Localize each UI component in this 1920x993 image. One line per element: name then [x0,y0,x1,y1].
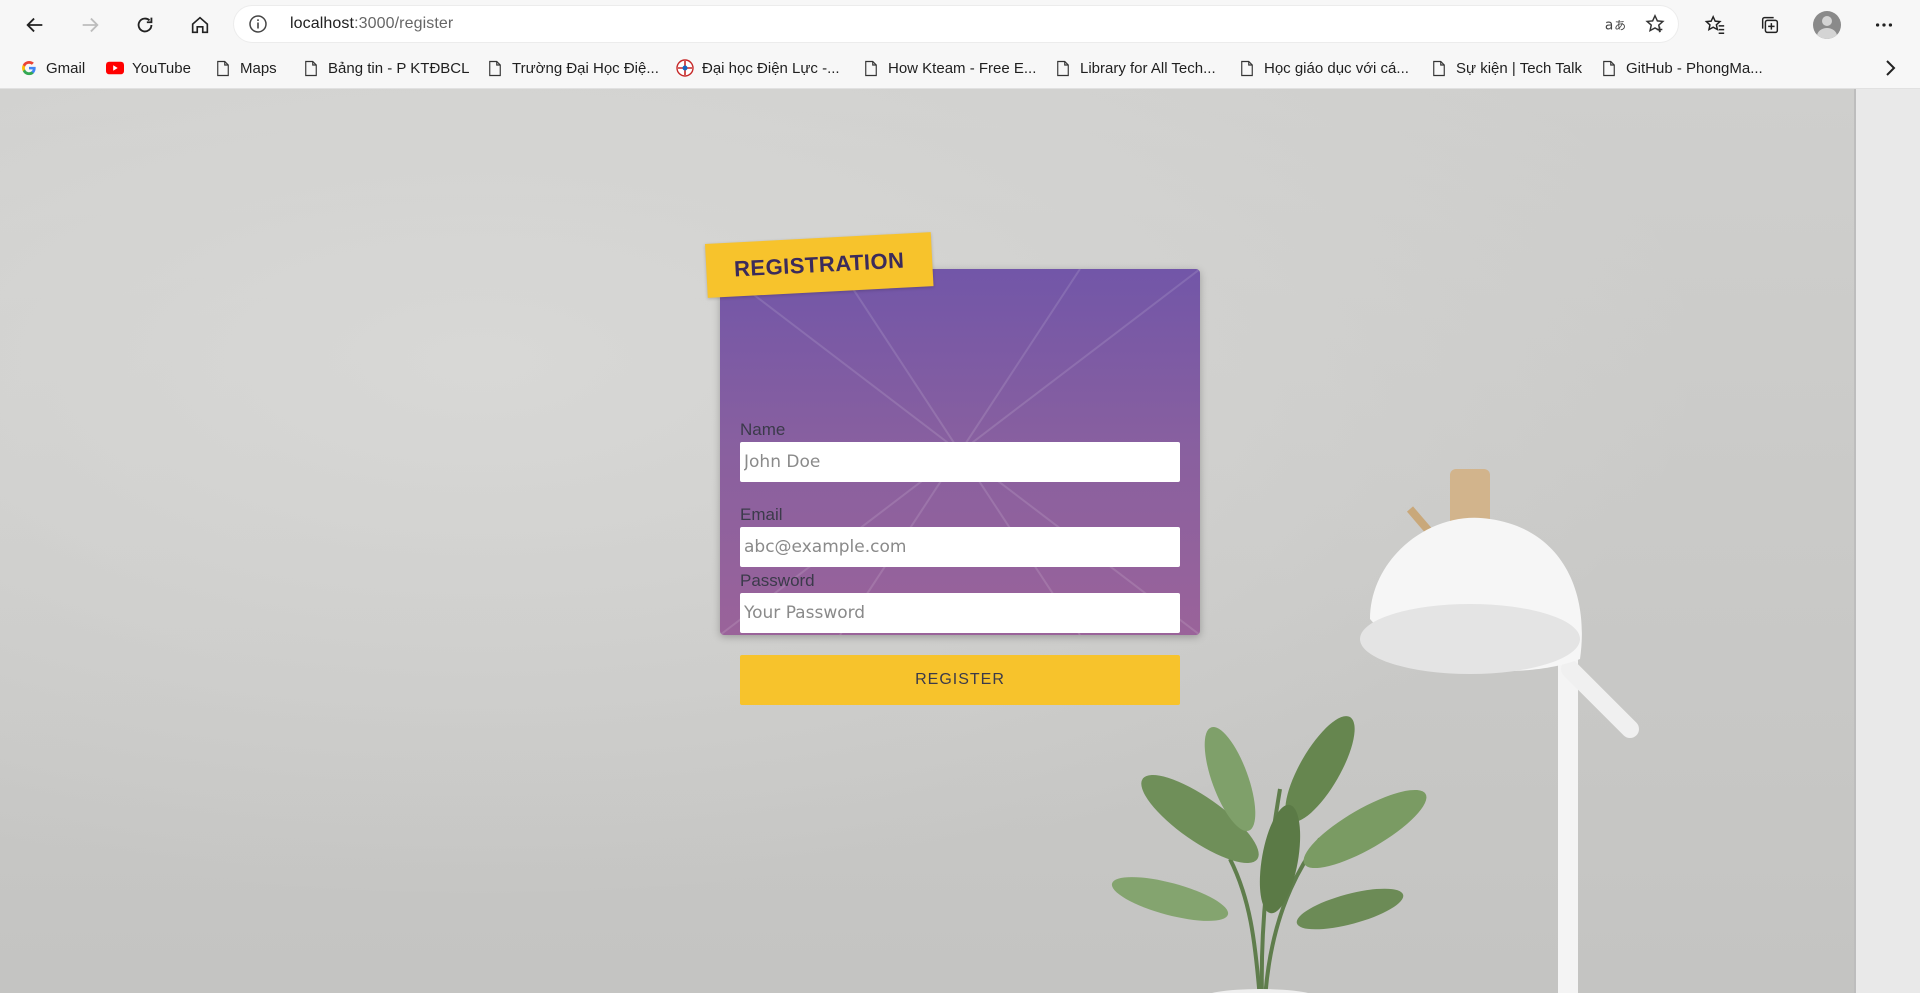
collections-icon [1761,16,1779,34]
bookmark-label: Sự kiện | Tech Talk [1456,59,1582,77]
email-label: Email [740,505,783,524]
info-icon[interactable] [248,14,268,34]
bookmark-label: Học giáo dục với cá... [1264,59,1409,77]
bookmark-bang-tin[interactable]: Bảng tin - P KTĐBCL [302,56,469,80]
bookmark-label: Đại học Điện Lực -... [702,59,840,77]
name-label: Name [740,420,786,439]
profile-button[interactable] [1810,8,1844,42]
bookmark-maps[interactable]: Maps [214,56,277,80]
home-icon [191,16,209,34]
collections-button[interactable] [1753,8,1787,42]
bookmark-dai-hoc-dien-luc[interactable]: Đại học Điện Lực -... [676,56,840,80]
page-icon [1430,59,1448,77]
home-button[interactable] [183,8,217,42]
page-title: REGISTRATION [733,247,906,282]
arrow-left-icon [26,17,43,33]
lamp-image [1360,469,1639,993]
google-icon [20,59,38,77]
page-icon [1600,59,1618,77]
bookmark-label: GitHub - PhongMa... [1626,59,1763,77]
page-icon [486,59,504,77]
bookmark-label: Gmail [46,59,86,77]
reload-button[interactable] [128,8,162,42]
page-icon [862,59,880,77]
forward-button[interactable] [73,8,107,42]
name-input[interactable] [740,442,1180,482]
bookmark-library[interactable]: Library for All Tech... [1054,56,1216,80]
bookmark-su-kien[interactable]: Sự kiện | Tech Talk [1430,56,1582,80]
chevron-right-icon[interactable] [1880,58,1900,78]
university-logo-icon [676,59,694,77]
bookmark-label: YouTube [132,59,191,77]
url-text[interactable]: localhost:3000/register [290,15,453,33]
bookmark-label: Bảng tin - P KTĐBCL [328,59,470,77]
reload-icon [137,17,153,33]
password-input[interactable] [740,593,1180,633]
address-bar[interactable]: localhost:3000/register aあ [234,6,1678,42]
arrow-right-icon [82,17,99,33]
bookmark-label: How Kteam - Free E... [888,59,1037,77]
url-host: localhost [290,15,355,32]
bookmarks-bar: Gmail YouTube Maps Bảng tin - P KTĐBCL T… [0,48,1920,89]
bookmark-how-kteam[interactable]: How Kteam - Free E... [862,56,1036,80]
password-label: Password [740,571,815,590]
email-input[interactable] [740,527,1180,567]
bookmark-truong-dai-hoc[interactable]: Trường Đại Học Điệ... [486,56,659,80]
page-icon [302,59,320,77]
bookmark-youtube[interactable]: YouTube [106,56,191,80]
browser-toolbar: localhost:3000/register aあ [0,0,1920,48]
url-path: :3000/register [354,15,454,32]
bookmark-gmail[interactable]: Gmail [20,56,85,80]
add-favorite-icon[interactable] [1644,13,1666,35]
bookmark-github[interactable]: GitHub - PhongMa... [1600,56,1763,80]
avatar [1813,11,1841,39]
bookmark-label: Library for All Tech... [1080,59,1216,77]
register-button[interactable]: REGISTER [740,655,1180,705]
page-icon [1054,59,1072,77]
settings-menu-button[interactable] [1867,8,1901,42]
back-button[interactable] [18,8,52,42]
favorites-button[interactable] [1698,8,1732,42]
translate-icon[interactable]: aあ [1604,13,1626,35]
page-icon [214,59,232,77]
page-icon [1238,59,1256,77]
youtube-icon [106,59,124,77]
bookmark-label: Maps [240,59,277,77]
wall-edge [1854,89,1920,993]
favorites-icon [1704,14,1725,34]
bookmark-hoc-giao-duc[interactable]: Học giáo dục với cá... [1238,56,1409,80]
svg-text:あ: あ [1614,19,1626,33]
bookmark-label: Trường Đại Học Điệ... [512,59,659,77]
svg-text:a: a [1605,18,1613,34]
more-horizontal-icon [1875,23,1893,27]
